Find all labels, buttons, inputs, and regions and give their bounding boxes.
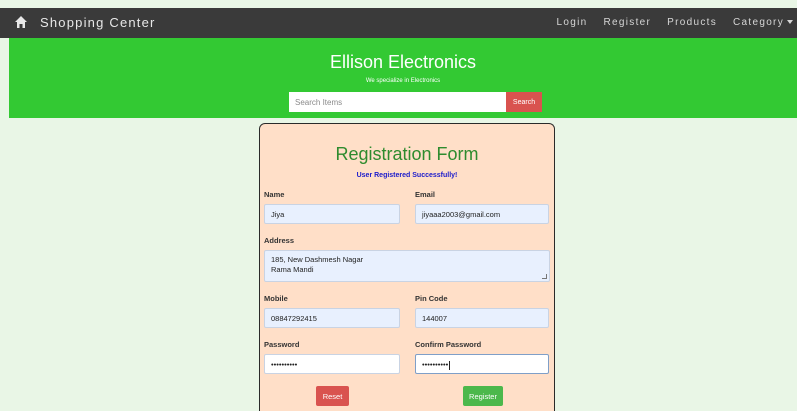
search-input[interactable]: [289, 92, 506, 112]
address-textarea[interactable]: 185, New Dashmesh Nagar Rama Mandi: [264, 250, 550, 282]
password-label: Password: [264, 340, 300, 349]
form-title: Registration Form: [335, 144, 479, 164]
name-field[interactable]: Jiya: [264, 204, 400, 224]
store-title: Ellison Electronics: [329, 52, 477, 72]
success-message: User Registered Successfully!: [356, 172, 458, 179]
caret-down-icon: [787, 20, 793, 25]
confirm-password-label: Confirm Password: [415, 340, 482, 349]
nav-login-link[interactable]: Login: [557, 17, 588, 28]
password-field[interactable]: ••••••••••: [264, 354, 400, 374]
address-label: Address: [264, 236, 295, 245]
mobile-label: Mobile: [264, 294, 288, 303]
text-cursor: [449, 360, 451, 370]
mobile-field[interactable]: 08847292415: [264, 308, 400, 328]
resize-handle-icon[interactable]: [542, 274, 547, 279]
home-icon[interactable]: [14, 15, 28, 29]
search-button[interactable]: Search: [506, 92, 542, 112]
nav-links: Login Register Products Category: [557, 17, 793, 28]
nav-category-dropdown[interactable]: Category: [733, 17, 793, 28]
email-field[interactable]: jiyaaa2003@gmail.com: [415, 204, 549, 224]
address-line-2: Rama Mandi: [271, 265, 314, 274]
pincode-field[interactable]: 144007: [415, 308, 549, 328]
confirm-password-field[interactable]: ••••••••••: [415, 354, 549, 374]
top-navbar: Shopping Center Login Register Products …: [0, 8, 797, 38]
email-label: Email: [415, 190, 436, 199]
nav-register-link[interactable]: Register: [604, 17, 652, 28]
header-banner: Ellison Electronics We specialize in Ele…: [9, 38, 797, 118]
confirm-password-value: ••••••••••: [422, 360, 449, 369]
address-line-1: 185, New Dashmesh Nagar: [271, 255, 364, 264]
reset-button[interactable]: Reset: [316, 386, 349, 406]
brand-link[interactable]: Shopping Center: [40, 15, 156, 30]
name-label: Name: [264, 190, 285, 199]
store-tagline: We specialize in Electronics: [365, 78, 441, 84]
nav-category-label: Category: [733, 17, 784, 28]
registration-card: Registration Form User Registered Succes…: [259, 123, 555, 411]
register-button[interactable]: Register: [463, 386, 503, 406]
pincode-label: Pin Code: [415, 294, 448, 303]
nav-products-link[interactable]: Products: [667, 17, 717, 28]
